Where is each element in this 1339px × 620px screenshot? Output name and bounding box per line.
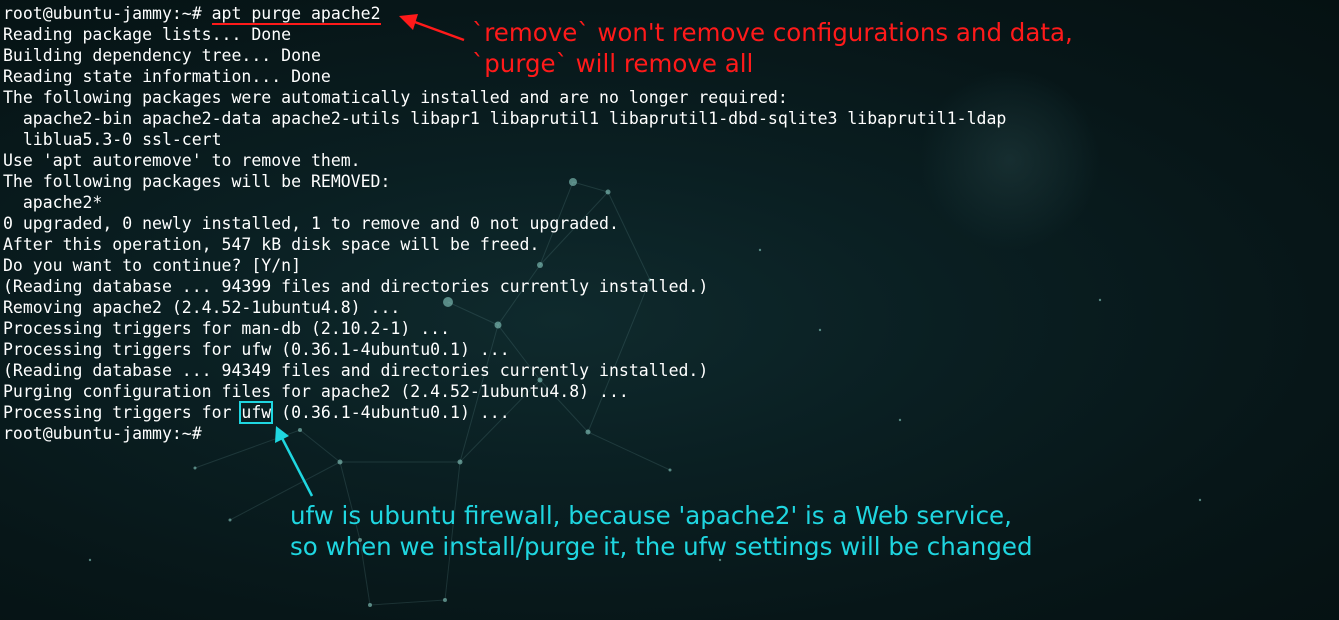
terminal-line: (Reading database ... 94399 files and di…	[3, 277, 709, 296]
purge-command: apt purge apache2	[211, 4, 381, 25]
terminal-line: Processing triggers for man-db (2.10.2-1…	[3, 319, 451, 338]
terminal-line: The following packages were automaticall…	[3, 88, 788, 107]
terminal-line: liblua5.3-0 ssl-cert	[3, 130, 222, 149]
terminal-line: apache2*	[3, 193, 103, 212]
cyan-annotation-line-2: so when we install/purge it, the ufw set…	[290, 532, 1033, 561]
terminal-line: Use 'apt autoremove' to remove them.	[3, 151, 361, 170]
terminal-line: After this operation, 547 kB disk space …	[3, 235, 540, 254]
terminal-line: (Reading database ... 94349 files and di…	[3, 361, 709, 380]
terminal-line: Do you want to continue? [Y/n]	[3, 256, 302, 275]
terminal-prompt-line[interactable]: root@ubuntu-jammy:~#	[3, 423, 1006, 444]
highlight-suffix: (0.36.1-4ubuntu0.1) ...	[271, 403, 510, 422]
terminal-line: The following packages will be REMOVED:	[3, 172, 391, 191]
prompt: root@ubuntu-jammy:~#	[3, 4, 212, 23]
ufw-highlight-box: ufw	[239, 401, 274, 424]
terminal-line: Processing triggers for ufw (0.36.1-4ubu…	[3, 340, 510, 359]
terminal-line: Removing apache2 (2.4.52-1ubuntu4.8) ...	[3, 298, 401, 317]
terminal-line: apache2-bin apache2-data apache2-utils l…	[3, 109, 1007, 128]
red-annotation-note: `remove` won't remove configurations and…	[472, 17, 1073, 79]
terminal-line: Purging configuration files for apache2 …	[3, 382, 629, 401]
red-annotation-line-1: `remove` won't remove configurations and…	[472, 18, 1073, 47]
cyan-annotation-note: ufw is ubuntu firewall, because 'apache2…	[290, 500, 1033, 562]
terminal-line-highlighted: Processing triggers for ufw (0.36.1-4ubu…	[3, 401, 1006, 424]
terminal-window: root@ubuntu-jammy:~# apt purge apache2 Re…	[0, 0, 1339, 620]
prompt: root@ubuntu-jammy:~#	[3, 424, 202, 443]
highlight-prefix: Processing triggers for	[3, 403, 242, 422]
terminal-line: 0 upgraded, 0 newly installed, 1 to remo…	[3, 214, 619, 233]
cyan-annotation-line-1: ufw is ubuntu firewall, because 'apache2…	[290, 501, 1012, 530]
red-annotation-line-2: `purge` will remove all	[472, 49, 754, 78]
